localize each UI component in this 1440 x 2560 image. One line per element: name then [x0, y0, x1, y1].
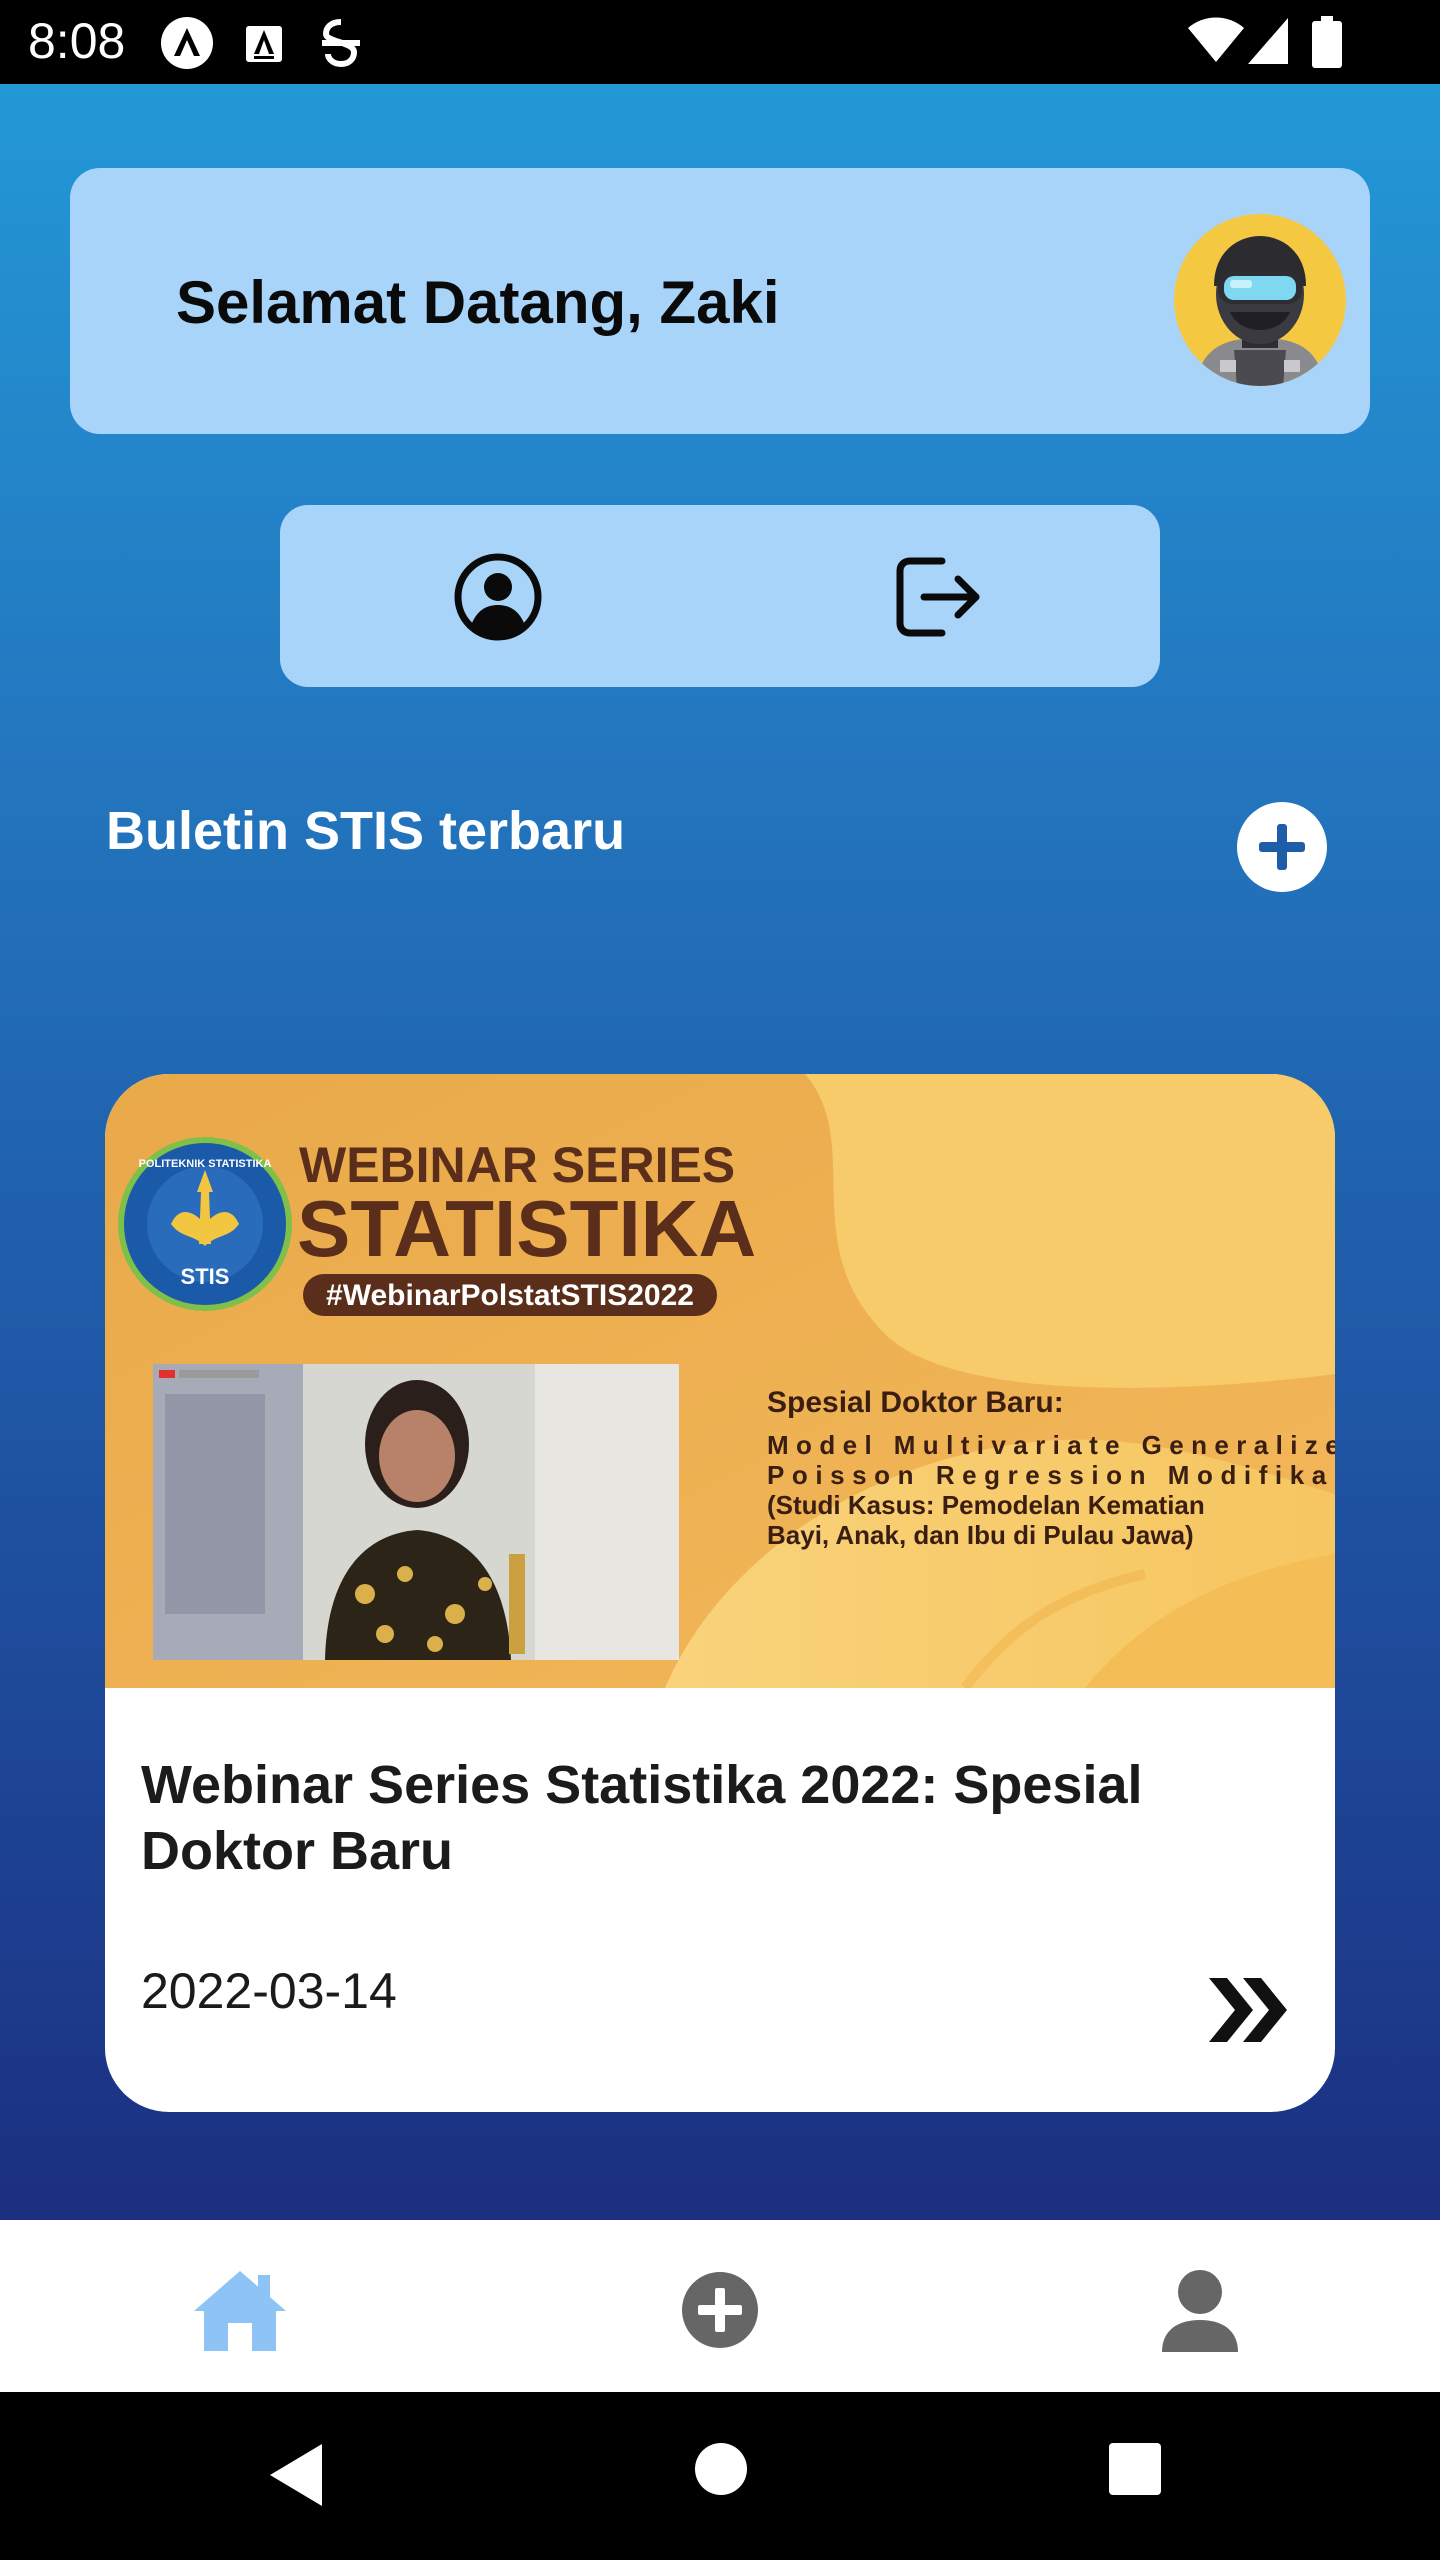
banner-series-line2: STATISTIKA [297, 1184, 756, 1273]
banner-topic-line4: Bayi, Anak, dan Ibu di Pulau Jawa) [767, 1520, 1194, 1550]
notification-a-icon [160, 16, 214, 75]
nav-home[interactable] [190, 2260, 290, 2360]
home-circle-icon [695, 2443, 747, 2495]
banner-special-heading: Spesial Doktor Baru: [767, 1386, 1064, 1419]
action-card [280, 505, 1160, 687]
nav-profile[interactable] [1150, 2260, 1250, 2360]
notification-text-icon [244, 16, 284, 75]
back-button[interactable] [266, 2440, 336, 2510]
status-time: 8:08 [28, 13, 126, 69]
profile-button[interactable] [452, 551, 544, 643]
news-banner: POLITEKNIK STATISTIKA STIS WEBINAR SERIE… [105, 1074, 1335, 1691]
banner-hashtag: #WebinarPolstatSTIS2022 [326, 1279, 694, 1312]
wifi-icon [1186, 16, 1246, 71]
welcome-text: Selamat Datang, Zaki [176, 269, 780, 336]
section-title: Buletin STIS terbaru [106, 801, 626, 861]
person-icon [1162, 2270, 1238, 2352]
main-content: Selamat Datang, Zaki Buletin STIS terbar… [0, 84, 1440, 2220]
news-title: Webinar Series Statistika 2022: Spesial … [141, 1755, 1143, 1881]
user-avatar-goggles-icon [1174, 214, 1346, 386]
logout-button[interactable] [892, 551, 984, 643]
back-triangle-icon [270, 2444, 322, 2506]
add-bulletin-button[interactable] [1237, 802, 1327, 892]
notification-s-icon [318, 16, 364, 75]
banner-topic-line2: Poisson Regression Modifikasi [767, 1460, 1335, 1490]
system-nav-bar [0, 2392, 1440, 2560]
double-chevron-right-icon [1209, 1978, 1287, 2042]
nav-add[interactable] [670, 2260, 770, 2360]
status-bar: 8:08 [0, 0, 1440, 84]
bottom-nav [0, 2220, 1440, 2392]
avatar[interactable] [1160, 200, 1360, 400]
logout-icon [896, 557, 980, 637]
read-more-button[interactable] [1205, 1970, 1295, 2050]
home-icon [194, 2271, 286, 2351]
recents-button[interactable] [1108, 2442, 1178, 2512]
battery-icon [1312, 16, 1342, 73]
news-date: 2022-03-14 [141, 1963, 397, 2019]
logo-text: STIS [181, 1264, 230, 1289]
logo-ring-text: POLITEKNIK STATISTIKA [139, 1158, 272, 1170]
recents-square-icon [1109, 2443, 1161, 2495]
add-circle-icon [682, 2272, 758, 2348]
home-system-button[interactable] [694, 2442, 764, 2512]
welcome-card: Selamat Datang, Zaki [70, 168, 1370, 434]
news-card[interactable]: POLITEKNIK STATISTIKA STIS WEBINAR SERIE… [105, 1074, 1335, 2112]
cellular-signal-icon [1246, 16, 1290, 71]
add-circle-icon [1259, 824, 1305, 870]
banner-topic-line3: (Studi Kasus: Pemodelan Kematian [767, 1490, 1205, 1520]
account-circle-icon [454, 553, 542, 641]
